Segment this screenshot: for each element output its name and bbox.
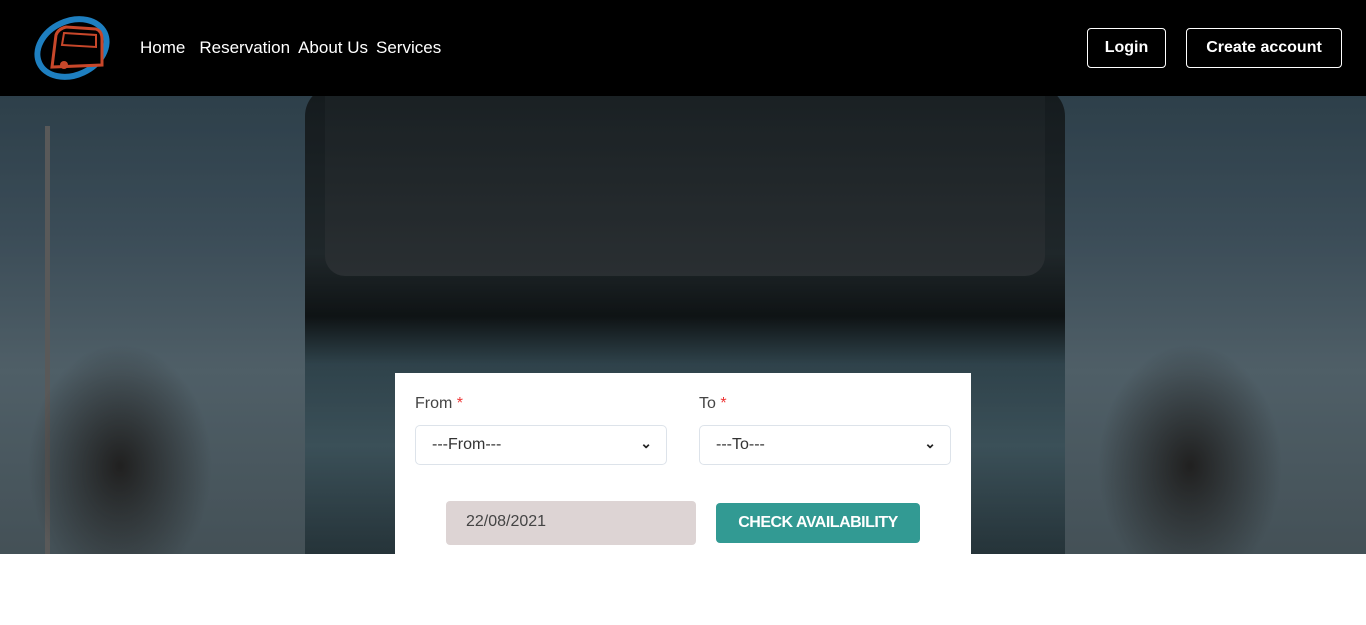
create-account-button[interactable]: Create account bbox=[1186, 28, 1342, 68]
nav-about-us[interactable]: About Us bbox=[298, 38, 368, 58]
date-input[interactable]: 22/08/2021 bbox=[446, 501, 696, 545]
login-button[interactable]: Login bbox=[1087, 28, 1166, 68]
from-select[interactable]: ---From--- ⌄ bbox=[415, 425, 667, 465]
bus-logo-icon[interactable] bbox=[34, 15, 110, 81]
nav-services[interactable]: Services bbox=[376, 38, 441, 58]
chevron-down-icon: ⌄ bbox=[924, 435, 936, 451]
top-navbar: Home Reservation About Us Services Login… bbox=[0, 0, 1366, 96]
search-form: From * To * ---From--- ⌄ ---To--- ⌄ 22/08/… bbox=[395, 373, 971, 554]
chevron-down-icon: ⌄ bbox=[640, 435, 652, 451]
to-select[interactable]: ---To--- ⌄ bbox=[699, 425, 951, 465]
to-label: To * bbox=[699, 395, 727, 412]
nav-home[interactable]: Home bbox=[140, 38, 185, 58]
nav-reservation[interactable]: Reservation bbox=[199, 38, 290, 58]
from-label: From * bbox=[415, 395, 464, 412]
check-availability-button[interactable]: CHECK AVAILABILITY bbox=[716, 503, 920, 543]
